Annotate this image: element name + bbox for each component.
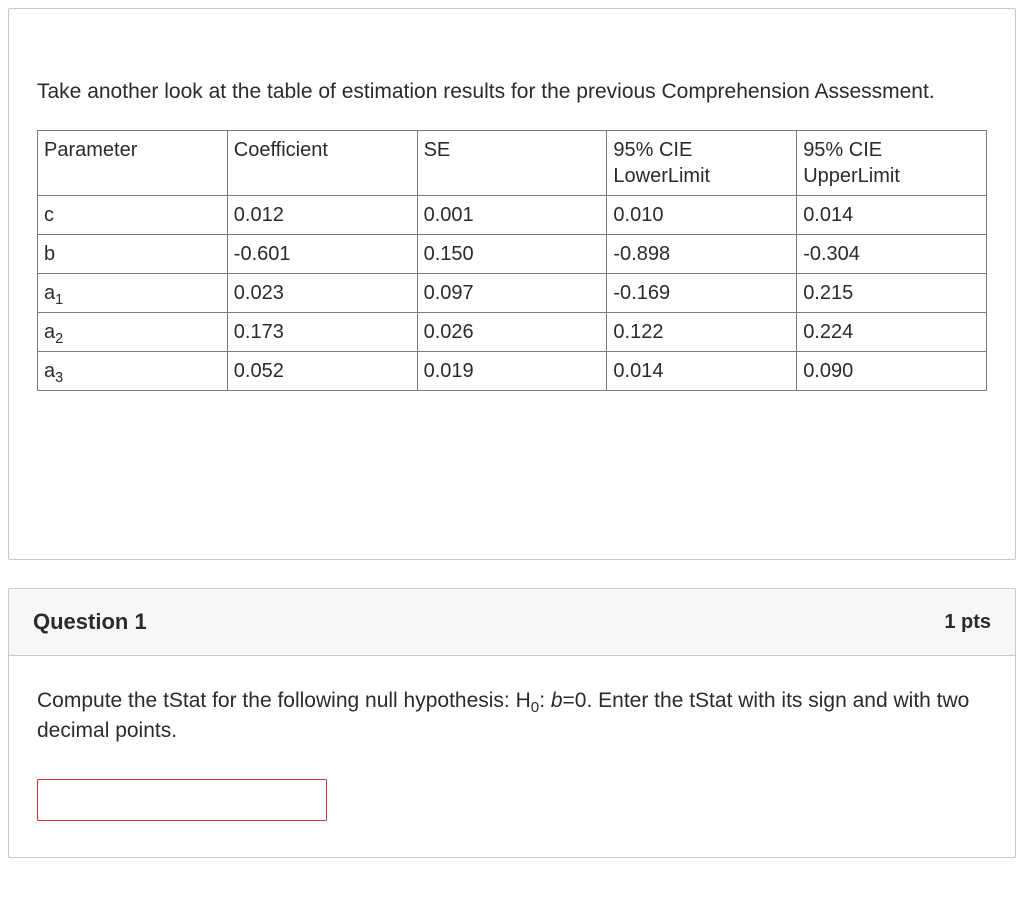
- cell-se: 0.001: [417, 196, 607, 235]
- question-points: 1 pts: [944, 611, 991, 634]
- cell-parameter: b: [38, 235, 228, 274]
- cell-lowerlimit: -0.169: [607, 274, 797, 313]
- cell-coefficient: 0.052: [227, 352, 417, 391]
- cell-lowerlimit: -0.898: [607, 235, 797, 274]
- intro-text: Take another look at the table of estima…: [37, 77, 987, 106]
- estimation-table: Parameter Coefficient SE 95% CIE LowerLi…: [37, 130, 987, 391]
- table-body: c0.0120.0010.0100.014b-0.6010.150-0.898-…: [38, 196, 987, 391]
- question-title: Question 1: [33, 609, 147, 635]
- question-header: Question 1 1 pts: [9, 589, 1015, 656]
- table-row: b-0.6010.150-0.898-0.304: [38, 235, 987, 274]
- cell-coefficient: 0.023: [227, 274, 417, 313]
- cell-parameter: a3: [38, 352, 228, 391]
- table-row: a10.0230.097-0.1690.215: [38, 274, 987, 313]
- answer-input[interactable]: [37, 779, 327, 821]
- cell-coefficient: -0.601: [227, 235, 417, 274]
- cell-coefficient: 0.012: [227, 196, 417, 235]
- cell-lowerlimit: 0.014: [607, 352, 797, 391]
- table-header-row: Parameter Coefficient SE 95% CIE LowerLi…: [38, 131, 987, 196]
- cell-parameter: c: [38, 196, 228, 235]
- table-row: c0.0120.0010.0100.014: [38, 196, 987, 235]
- cell-lowerlimit: 0.010: [607, 196, 797, 235]
- cell-lowerlimit: 0.122: [607, 313, 797, 352]
- cell-upperlimit: 0.224: [797, 313, 987, 352]
- cell-upperlimit: 0.090: [797, 352, 987, 391]
- cell-upperlimit: -0.304: [797, 235, 987, 274]
- cell-upperlimit: 0.215: [797, 274, 987, 313]
- col-lowerlimit: 95% CIE LowerLimit: [607, 131, 797, 196]
- table-row: a30.0520.0190.0140.090: [38, 352, 987, 391]
- table-row: a20.1730.0260.1220.224: [38, 313, 987, 352]
- question-body: Compute the tStat for the following null…: [9, 656, 1015, 857]
- col-se: SE: [417, 131, 607, 196]
- col-upperlimit: 95% CIE UpperLimit: [797, 131, 987, 196]
- question-prompt: Compute the tStat for the following null…: [37, 686, 987, 747]
- cell-parameter: a1: [38, 274, 228, 313]
- cell-parameter: a2: [38, 313, 228, 352]
- cell-se: 0.150: [417, 235, 607, 274]
- col-parameter: Parameter: [38, 131, 228, 196]
- answer-field-wrap: [37, 779, 327, 821]
- col-coefficient: Coefficient: [227, 131, 417, 196]
- cell-se: 0.026: [417, 313, 607, 352]
- cell-se: 0.097: [417, 274, 607, 313]
- cell-se: 0.019: [417, 352, 607, 391]
- cell-upperlimit: 0.014: [797, 196, 987, 235]
- info-panel: Take another look at the table of estima…: [8, 8, 1016, 560]
- cell-coefficient: 0.173: [227, 313, 417, 352]
- question-panel: Question 1 1 pts Compute the tStat for t…: [8, 588, 1016, 858]
